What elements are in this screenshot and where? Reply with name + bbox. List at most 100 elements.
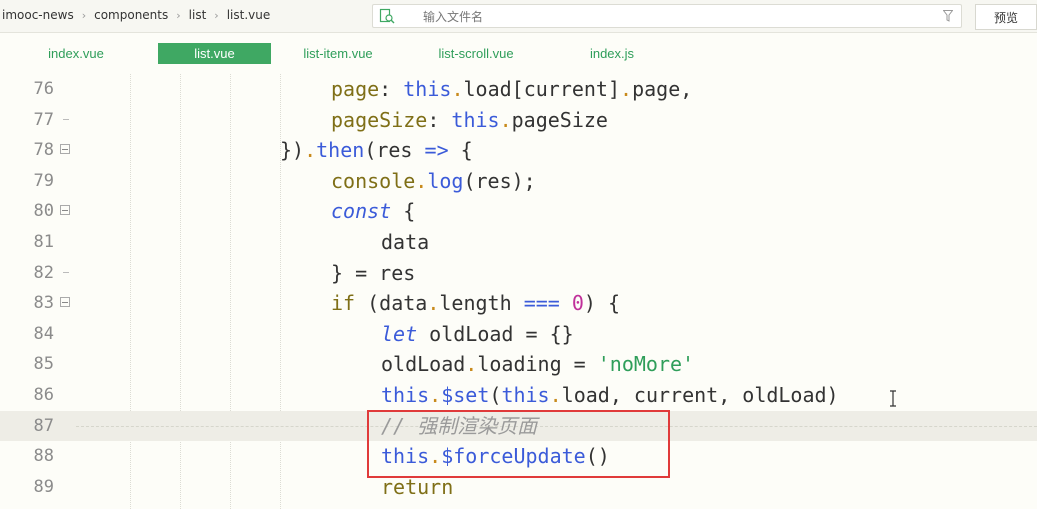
code-token: if (331, 291, 356, 316)
code-text: oldLoad.loading = 'noMore' (381, 349, 694, 380)
code-line[interactable]: 81 data (0, 227, 1037, 258)
line-number: 82 (33, 262, 54, 283)
line-number: 79 (33, 170, 54, 191)
code-token: pageSize (511, 107, 608, 132)
tab-index-vue[interactable]: index.vue (30, 43, 122, 64)
code-line[interactable]: 83 if (data.length === 0) { (0, 288, 1037, 319)
line-number: 78 (33, 140, 54, 161)
code-token: oldLoad (381, 352, 466, 377)
line-number: 88 (33, 446, 54, 467)
code-text: console.log(res); (331, 166, 536, 197)
line-number: 77 (33, 109, 54, 130)
fold-end-icon (63, 271, 69, 273)
line-number: 80 (33, 201, 54, 222)
fold-toggle-icon[interactable] (60, 297, 70, 308)
code-text: }).then(res => { (280, 135, 473, 166)
code-token: (res (364, 138, 425, 163)
tab-list-item-vue[interactable]: list-item.vue (288, 43, 388, 64)
code-token: load, current, oldLoad) (561, 383, 839, 407)
filter-icon[interactable] (943, 10, 953, 22)
code-token: oldLoad = {} (417, 321, 574, 346)
breadcrumb-components[interactable]: components (92, 8, 170, 22)
code-token: === (523, 291, 560, 316)
breadcrumb-project[interactable]: imooc-news (0, 8, 76, 22)
tab-list-vue[interactable]: list.vue (158, 43, 271, 64)
code-token: . (465, 352, 478, 377)
code-token: : (427, 107, 452, 132)
code-text: let oldLoad = {} (381, 319, 574, 350)
code-token: => (424, 138, 449, 163)
code-token: . (451, 77, 464, 101)
code-text: } = res (331, 258, 415, 289)
code-token: . (427, 291, 440, 316)
code-token: . (620, 77, 633, 101)
code-token: let (381, 321, 418, 346)
code-token: (res); (463, 168, 536, 193)
code-token: : (379, 77, 404, 101)
code-line[interactable]: 78}).then(res => { (0, 135, 1037, 166)
code-token: ) { (583, 291, 621, 316)
breadcrumb-file[interactable]: list.vue (225, 8, 273, 22)
code-line[interactable]: 85 oldLoad.loading = 'noMore' (0, 349, 1037, 380)
code-token: (data (355, 291, 428, 316)
file-tabs: index.vue list.vue list-item.vue list-sc… (0, 34, 1037, 70)
code-token: . (499, 107, 512, 132)
fold-toggle-icon[interactable] (60, 205, 70, 216)
line-number: 84 (33, 323, 54, 344)
code-line[interactable]: 79 console.log(res); (0, 166, 1037, 197)
tab-list-scroll-vue[interactable]: list-scroll.vue (420, 43, 532, 64)
code-token: this (381, 383, 430, 407)
chevron-right-icon: › (81, 8, 87, 22)
top-bar: imooc-news › components › list › list.vu… (0, 0, 1037, 33)
code-token: 0 (571, 291, 584, 316)
code-token: console (331, 168, 416, 193)
code-token: data (381, 230, 430, 254)
code-token: { (448, 138, 473, 163)
line-number: 76 (33, 79, 54, 99)
code-token: this (501, 383, 550, 407)
code-line[interactable]: 86 this.$set(this.load, current, oldLoad) (0, 380, 1037, 411)
code-text: if (data.length === 0) { (331, 288, 620, 319)
code-token: . (549, 383, 562, 407)
file-search-input[interactable] (421, 7, 905, 27)
code-token: then (316, 138, 365, 163)
code-token: . (304, 138, 317, 163)
code-token: return (381, 474, 454, 499)
line-number: 81 (33, 232, 54, 252)
code-token: ( (489, 383, 502, 407)
code-line[interactable]: 76 page: this.load[current].page, (0, 74, 1037, 105)
code-token: $set (441, 383, 490, 407)
code-line[interactable]: 82 } = res (0, 258, 1037, 289)
line-number: 87 (33, 415, 54, 436)
highlight-box (367, 410, 670, 478)
code-line[interactable]: 77 pageSize: this.pageSize (0, 105, 1037, 136)
code-token: . (429, 383, 442, 407)
line-number: 83 (33, 293, 54, 314)
file-search-icon (379, 8, 395, 24)
code-text: data (381, 227, 429, 258)
fold-end-icon (63, 118, 69, 120)
code-token: this (403, 77, 452, 101)
code-text: pageSize: this.pageSize (331, 105, 608, 136)
preview-button[interactable]: 预览 (975, 4, 1037, 30)
chevron-right-icon: › (176, 8, 181, 22)
code-token: length (439, 291, 524, 316)
code-text: this.$set(this.load, current, oldLoad) (381, 380, 839, 411)
breadcrumb-list[interactable]: list (187, 8, 209, 22)
tab-index-js[interactable]: index.js (572, 43, 652, 64)
line-number: 85 (33, 354, 54, 375)
fold-toggle-icon[interactable] (60, 144, 70, 155)
code-token: const (331, 199, 392, 224)
code-token: }) (280, 138, 305, 163)
breadcrumb: imooc-news › components › list › list.vu… (0, 0, 272, 30)
code-line[interactable]: 84 let oldLoad = {} (0, 319, 1037, 350)
code-token: load[current] (463, 77, 621, 101)
code-token: log (427, 168, 464, 193)
chevron-right-icon: › (214, 8, 219, 22)
text-cursor-icon (890, 390, 896, 407)
file-filter-box (372, 4, 962, 28)
code-line[interactable]: 80 const { (0, 196, 1037, 227)
code-text: const { (331, 196, 415, 227)
code-token: this (451, 107, 500, 132)
